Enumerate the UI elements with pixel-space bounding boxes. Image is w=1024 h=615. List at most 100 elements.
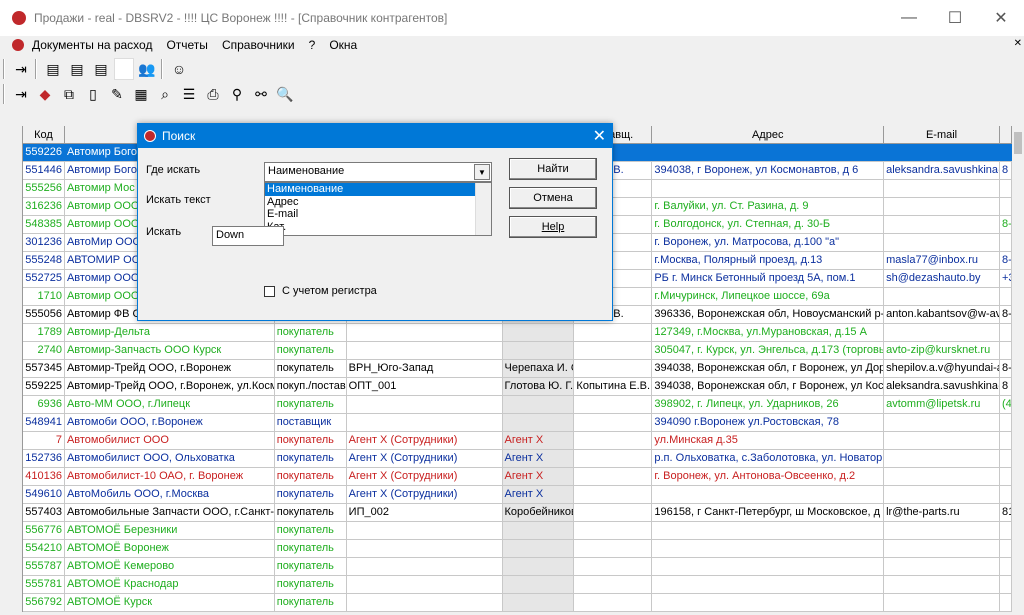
table-row[interactable]: 549610 АвтоМобиль ООО, г.Москва покупатель…: [23, 486, 1012, 504]
cell-address: [652, 486, 885, 503]
exit-icon[interactable]: ⇥: [10, 58, 32, 80]
menu-references[interactable]: Справочники: [222, 38, 295, 52]
cell-email: avto-zip@kursknet.ru: [884, 342, 1000, 359]
header-code[interactable]: Код: [23, 126, 65, 143]
user-search-icon[interactable]: ☺: [168, 58, 190, 80]
mdi-app-icon[interactable]: [12, 39, 24, 51]
search-dialog: Поиск ✕ Где искать Наименование ▼ Наимен…: [137, 123, 613, 321]
toolbar-separator: [35, 59, 37, 79]
cell-supplier: [574, 540, 653, 557]
window-title: Продажи - real - DBSRV2 - !!!! ЦС Вороне…: [34, 11, 448, 25]
cell-agent: [502, 324, 575, 341]
table-row[interactable]: 557403 Автомобильные Запчасти ООО, г.Санк…: [23, 504, 1012, 522]
cell-code: 556792: [23, 594, 65, 611]
table-row[interactable]: 1789 Автомир-Дельта покупатель 127349, г.Мо…: [23, 324, 1012, 342]
maximize-button[interactable]: ☐: [932, 0, 978, 36]
copy-icon[interactable]: ⧉: [58, 83, 80, 105]
cell-supplier: [574, 414, 653, 431]
direction-select[interactable]: Down: [212, 226, 284, 246]
cell-phone: 8-: [1000, 306, 1012, 323]
cell-code: 1789: [23, 324, 65, 341]
app-icon: [12, 11, 26, 25]
preview-icon[interactable]: ⌕: [154, 83, 176, 105]
cell-agent: Коробейникова: [502, 504, 575, 521]
dropdown-scrollbar[interactable]: [475, 183, 491, 235]
menu-reports[interactable]: Отчеты: [166, 38, 207, 52]
close-window-button[interactable]: ✕: [978, 0, 1024, 36]
table-row[interactable]: 410136 Автомобилист-10 ОАО, г. Воронеж пок…: [23, 468, 1012, 486]
table-row[interactable]: 556792 АВТОМОЁ Курск покупатель: [23, 594, 1012, 612]
where-option[interactable]: Наименование: [265, 183, 475, 196]
users-icon[interactable]: 👥: [136, 58, 158, 80]
cell-name: Автомир-Трейд ООО, г.Воронеж: [65, 360, 275, 377]
menu-windows[interactable]: Окна: [329, 38, 357, 52]
table-row[interactable]: 555781 АВТОМОЁ Краснодар покупатель: [23, 576, 1012, 594]
table-row[interactable]: 152736 Автомобилист ООО, Ольховатка покупа…: [23, 450, 1012, 468]
back-arrow-icon[interactable]: ◆: [34, 83, 56, 105]
cell-address: 305047, г. Курск, ул. Энгельса, д.173 (т…: [652, 342, 885, 359]
table-row[interactable]: 548941 Автомоби ООО, г.Воронеж поставщик 39…: [23, 414, 1012, 432]
dialog-title: Поиск: [162, 129, 196, 143]
print-icon[interactable]: ⎙: [202, 83, 224, 105]
where-option[interactable]: Кат.: [265, 221, 475, 234]
cell-agent: [502, 522, 575, 539]
list-icon[interactable]: ☰: [178, 83, 200, 105]
table-row[interactable]: 556776 АВТОМОЁ Березники покупатель: [23, 522, 1012, 540]
table-row[interactable]: 557345 Автомир-Трейд ООО, г.Воронеж покупа…: [23, 360, 1012, 378]
cell-name: АвтоМобиль ООО, г.Москва: [65, 486, 275, 503]
mdi-close-button[interactable]: ✕: [1014, 38, 1022, 49]
case-sensitive-checkbox[interactable]: [264, 286, 275, 297]
dialog-close-button[interactable]: ✕: [593, 126, 606, 146]
vertical-scrollbar[interactable]: [1012, 108, 1024, 615]
document-list2-icon[interactable]: ▤: [66, 58, 88, 80]
menu-help[interactable]: ?: [309, 38, 316, 52]
cell-phone: [1000, 414, 1012, 431]
cell-supplier: [574, 558, 653, 575]
cell-code: 552725: [23, 270, 65, 287]
header-phone[interactable]: [1000, 126, 1012, 143]
cell-address: 127349, г.Москва, ул.Мурановская, д.15 А: [652, 324, 885, 341]
where-option[interactable]: E-mail: [265, 208, 475, 221]
find-button[interactable]: Найти: [509, 158, 597, 180]
find-icon[interactable]: 🔍: [274, 83, 296, 105]
cell-address: г. Валуйки, ул. Ст. Разина, д. 9: [652, 198, 885, 215]
cell-agent: Агент Х: [502, 486, 575, 503]
minimize-button[interactable]: —: [886, 0, 932, 36]
document-list-icon[interactable]: ▤: [42, 58, 64, 80]
cell-supplier: [574, 486, 653, 503]
cell-type: покупатель: [275, 558, 347, 575]
cell-address: 396336, Воронежская обл, Новоусманский р…: [652, 306, 885, 323]
table-row[interactable]: 554210 АВТОМОЁ Воронеж покупатель: [23, 540, 1012, 558]
header-email[interactable]: E-mail: [884, 126, 1000, 143]
where-dropdown-list[interactable]: Наименование Адрес E-mail Кат.: [264, 182, 492, 236]
cell-email: [884, 468, 1000, 485]
delete-icon[interactable]: ▦: [130, 83, 152, 105]
new-document-icon[interactable]: ▯: [82, 83, 104, 105]
edit-icon[interactable]: ✎: [106, 83, 128, 105]
table-row[interactable]: 6936 Авто-ММ ООО, г.Липецк покупатель 39890…: [23, 396, 1012, 414]
menu-documents[interactable]: Документы на расход: [32, 38, 152, 52]
table-row[interactable]: 555787 АВТОМОЁ Кемерово покупатель: [23, 558, 1012, 576]
help-button[interactable]: Help: [509, 216, 597, 238]
filter-icon[interactable]: ⚲: [226, 83, 248, 105]
chevron-down-icon[interactable]: ▼: [474, 164, 490, 180]
table-row[interactable]: 2740 Автомир-Запчасть ООО Курск покупатель…: [23, 342, 1012, 360]
cell-email: anton.kabantsov@w-avto: [884, 306, 1000, 323]
multi-filter-icon[interactable]: ⚯: [250, 83, 272, 105]
header-address[interactable]: Адрес: [652, 126, 885, 143]
scroll-thumb[interactable]: [1014, 132, 1022, 154]
cell-phone: [1000, 486, 1012, 503]
cell-phone: [1000, 324, 1012, 341]
table-row[interactable]: 559225 Автомир-Трейд ООО, г.Воронеж, ул.К…: [23, 378, 1012, 396]
where-option[interactable]: Адрес: [265, 196, 475, 209]
cell-code: 551446: [23, 162, 65, 179]
blank-icon[interactable]: [114, 58, 134, 80]
exit-icon[interactable]: ⇥: [10, 83, 32, 105]
cancel-button[interactable]: Отмена: [509, 187, 597, 209]
cell-type: покуп./постав.: [275, 378, 347, 395]
where-select[interactable]: Наименование ▼: [264, 162, 492, 182]
document-list3-icon[interactable]: ▤: [90, 58, 112, 80]
cell-phone: [1000, 558, 1012, 575]
cell-group: Агент Х (Сотрудники): [347, 450, 503, 467]
table-row[interactable]: 7 Автомобилист ООО покупатель Агент Х (Сотр…: [23, 432, 1012, 450]
